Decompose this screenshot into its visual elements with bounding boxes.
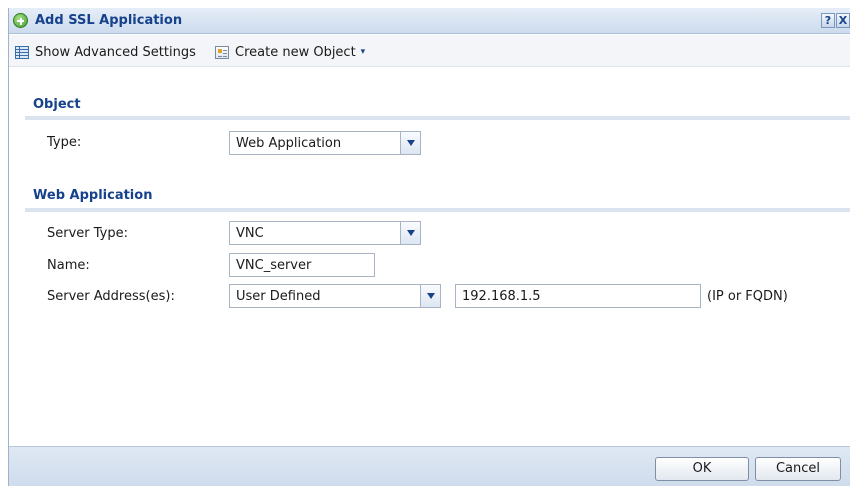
server-type-select-value: VNC: [236, 226, 264, 241]
close-button[interactable]: X: [836, 13, 850, 28]
add-ssl-application-dialog: Add SSL Application ? X Show Advanced Se…: [8, 8, 850, 486]
show-advanced-settings-button[interactable]: Show Advanced Settings: [15, 43, 196, 61]
chevron-down-icon: ▾: [360, 47, 366, 57]
chevron-down-icon[interactable]: [400, 222, 420, 244]
create-new-object-menu[interactable]: Create new Object ▾: [215, 43, 365, 61]
name-input[interactable]: VNC_server: [229, 253, 375, 277]
server-address-mode-value: User Defined: [236, 289, 321, 304]
server-type-label: Server Type:: [47, 226, 129, 241]
add-circle-icon: [13, 13, 28, 28]
server-address-mode-select[interactable]: User Defined: [229, 284, 441, 308]
section-divider: [25, 116, 850, 120]
type-select-value: Web Application: [236, 136, 342, 151]
show-advanced-settings-label: Show Advanced Settings: [35, 44, 196, 60]
grid-icon: [15, 45, 29, 59]
name-label: Name:: [47, 258, 90, 273]
create-new-object-label: Create new Object: [235, 44, 356, 60]
section-divider: [25, 208, 850, 212]
new-object-icon: [215, 45, 229, 59]
server-address-hint: (IP or FQDN): [707, 289, 788, 304]
dialog-title: Add SSL Application: [35, 13, 183, 28]
chevron-down-icon[interactable]: [400, 132, 420, 154]
ok-button[interactable]: OK: [655, 457, 749, 481]
server-type-select[interactable]: VNC: [229, 221, 421, 245]
help-button[interactable]: ?: [821, 13, 835, 28]
cancel-button[interactable]: Cancel: [755, 457, 841, 481]
server-address-label: Server Address(es):: [47, 289, 175, 304]
type-select[interactable]: Web Application: [229, 131, 421, 155]
dialog-footer: OK Cancel: [9, 446, 850, 486]
dialog-toolbar: Show Advanced Settings Create new Object…: [9, 35, 850, 67]
section-title-web-application: Web Application: [33, 188, 153, 203]
type-label: Type:: [47, 135, 82, 150]
chevron-down-icon[interactable]: [420, 285, 440, 307]
section-title-object: Object: [33, 97, 81, 112]
server-address-input[interactable]: 192.168.1.5: [455, 284, 701, 308]
dialog-titlebar[interactable]: Add SSL Application ? X: [9, 8, 850, 34]
